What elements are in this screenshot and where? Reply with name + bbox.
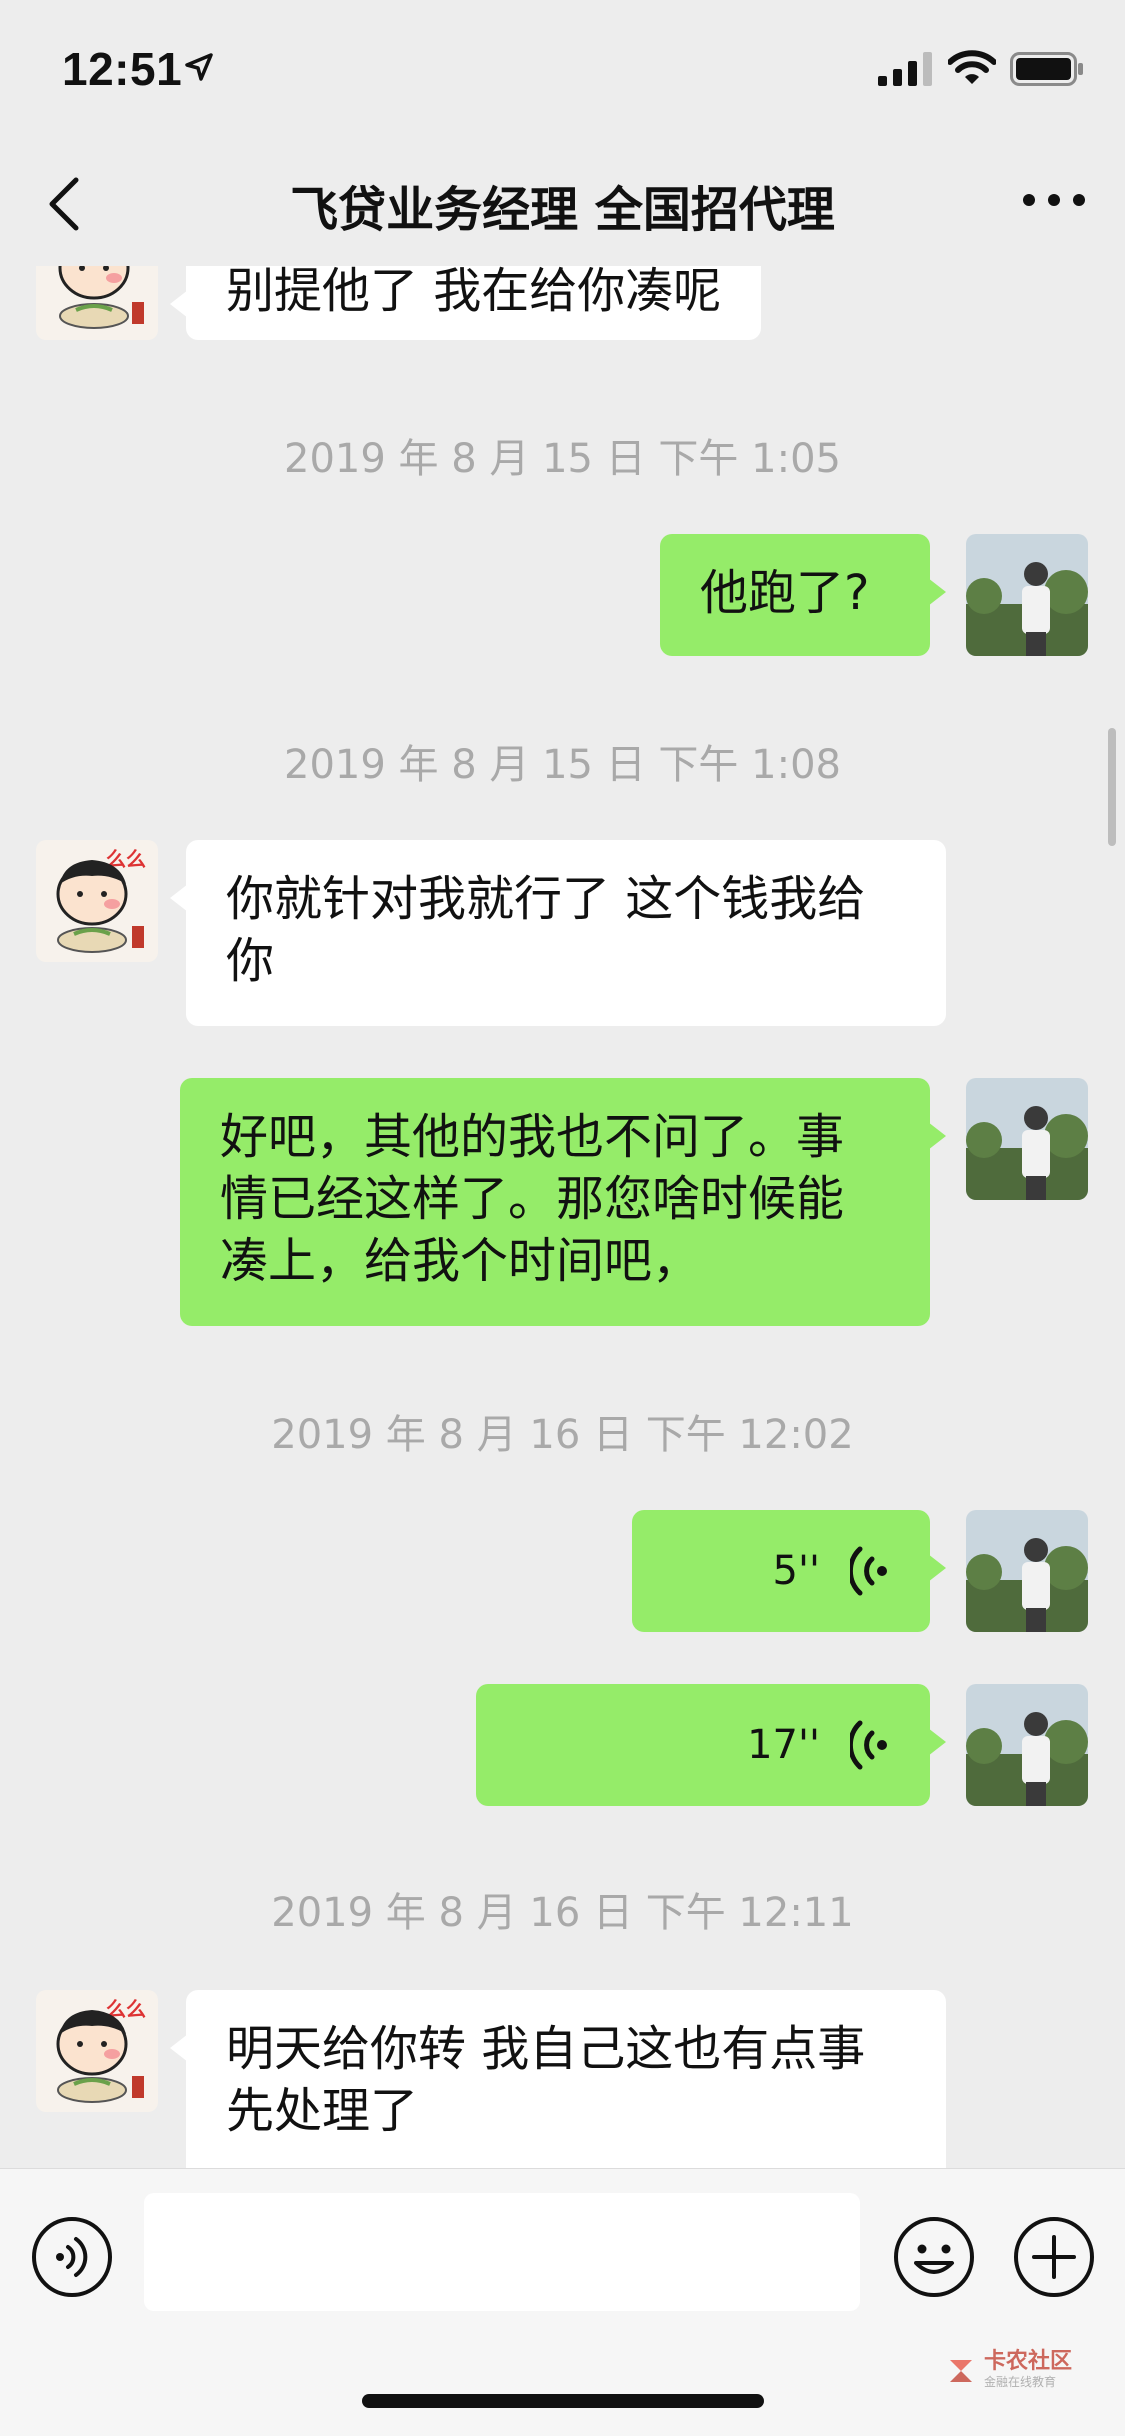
message-input[interactable]	[144, 2193, 860, 2311]
message-timestamp: 2019 年 8 月 15 日 下午 1:05	[284, 436, 841, 482]
back-button[interactable]	[40, 168, 100, 238]
voice-wave-icon	[850, 1720, 887, 1770]
incoming-message-bubble[interactable]: 你就针对我就行了 这个钱我给你	[170, 840, 946, 1026]
my-avatar[interactable]	[966, 534, 1088, 656]
voice-wave-icon	[850, 1546, 887, 1596]
message-timestamp: 2019 年 8 月 16 日 下午 12:11	[271, 1890, 854, 1936]
incoming-message-bubble[interactable]: 别提他了 我在给你凑呢	[169, 266, 762, 340]
watermark-logo-icon	[950, 2359, 972, 2382]
more-dots-icon	[1023, 194, 1085, 206]
chat-message-list[interactable]: 别提他了 我在给你凑呢 2019 年 8 月 15 日 下午 1:05 他跑了?…	[0, 266, 1125, 2168]
watermark: 卡农社区 金融在线教育	[946, 2351, 1072, 2390]
contact-avatar[interactable]: 么么	[36, 1990, 158, 2112]
my-avatar[interactable]	[966, 1078, 1088, 1200]
contact-avatar[interactable]: 么么	[36, 840, 158, 962]
message-text: 明天给你转 我自己这也有点事先处理了	[226, 2021, 866, 2139]
voice-duration: 5''	[772, 1548, 820, 1594]
plus-button[interactable]	[1012, 2215, 1096, 2303]
status-bar: 12:51	[0, 0, 1125, 140]
message-text: 你就针对我就行了 这个钱我给你	[226, 871, 866, 989]
chat-scrollbar[interactable]	[1108, 728, 1116, 846]
message-timestamp: 2019 年 8 月 16 日 下午 12:02	[271, 1412, 854, 1458]
cellular-signal-icon	[878, 52, 934, 90]
status-time: 12:51	[62, 43, 183, 95]
message-text: 别提他了 我在给你凑呢	[226, 266, 722, 319]
outgoing-message-bubble[interactable]: 好吧，其他的我也不问了。事情已经这样了。那您啥时候能凑上，给我个时间吧，	[180, 1078, 946, 1326]
battery-icon	[1010, 52, 1084, 90]
voice-message-bubble[interactable]: 17''	[476, 1684, 946, 1806]
emoji-icon	[894, 2217, 974, 2297]
my-avatar[interactable]	[966, 1684, 1088, 1806]
plus-icon	[1014, 2217, 1094, 2297]
outgoing-message-bubble[interactable]: 他跑了?	[660, 534, 946, 656]
message-timestamp: 2019 年 8 月 15 日 下午 1:08	[284, 742, 841, 788]
incoming-message-bubble[interactable]: 明天给你转 我自己这也有点事先处理了	[170, 1990, 946, 2168]
chevron-left-icon	[49, 177, 79, 231]
voice-duration: 17''	[747, 1722, 820, 1768]
wifi-icon	[947, 50, 997, 90]
location-arrow-icon	[184, 52, 214, 86]
emoji-button[interactable]	[892, 2215, 976, 2303]
message-text: 他跑了?	[700, 565, 870, 621]
nav-bar: 飞贷业务经理 全国招代理	[0, 140, 1125, 266]
watermark-title: 卡农社区	[984, 2349, 1073, 2374]
voice-input-icon	[32, 2217, 112, 2297]
chat-title: 飞贷业务经理 全国招代理	[290, 182, 835, 238]
voice-message-bubble[interactable]: 5''	[632, 1510, 946, 1632]
voice-input-button[interactable]	[30, 2215, 114, 2303]
message-text: 好吧，其他的我也不问了。事情已经这样了。那您啥时候能凑上，给我个时间吧，	[220, 1109, 845, 1289]
more-button[interactable]	[1019, 180, 1089, 220]
watermark-subtitle: 金融在线教育	[984, 2375, 1057, 2389]
contact-avatar[interactable]	[36, 266, 158, 340]
my-avatar[interactable]	[966, 1510, 1088, 1632]
home-indicator[interactable]	[362, 2394, 764, 2408]
